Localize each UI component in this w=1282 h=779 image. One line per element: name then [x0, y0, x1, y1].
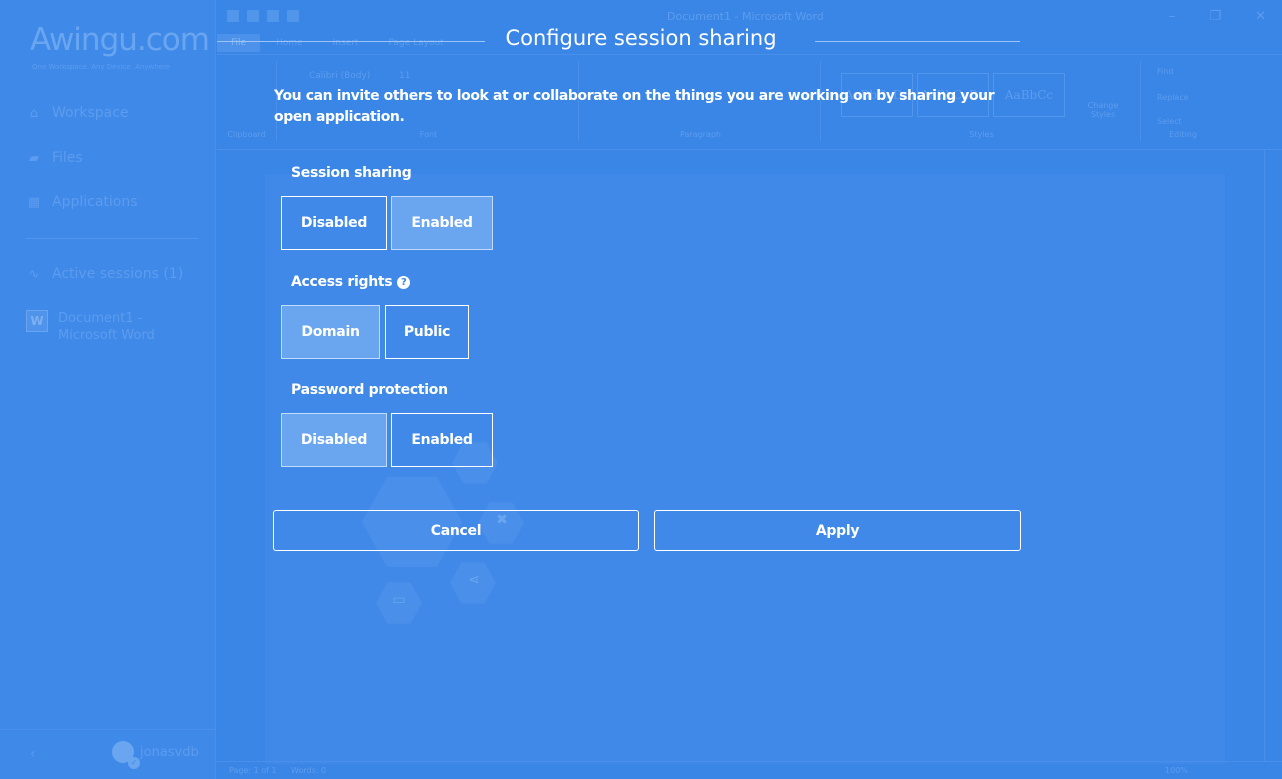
access-rights-label: Access rights ?: [291, 274, 411, 290]
password-protection-label: Password protection: [291, 382, 448, 398]
session-sharing-disabled-button[interactable]: Disabled: [281, 196, 387, 250]
session-sharing-label-text: Session sharing: [291, 165, 412, 181]
session-sharing-dialog: Configure session sharing You can invite…: [0, 0, 1282, 779]
session-sharing-label: Session sharing: [291, 165, 412, 181]
dialog-intro-text: You can invite others to look at or coll…: [274, 88, 995, 125]
password-protection-disabled-button[interactable]: Disabled: [281, 413, 387, 467]
dialog-title: Configure session sharing: [505, 26, 777, 50]
password-protection-label-text: Password protection: [291, 382, 448, 398]
access-rights-public-button[interactable]: Public: [385, 305, 469, 359]
access-rights-domain-button[interactable]: Domain: [281, 305, 380, 359]
help-icon[interactable]: ?: [397, 275, 411, 289]
cancel-button[interactable]: Cancel: [273, 510, 639, 551]
access-rights-label-text: Access rights: [291, 274, 393, 290]
session-sharing-enabled-button[interactable]: Enabled: [391, 196, 493, 250]
apply-button[interactable]: Apply: [654, 510, 1021, 551]
password-protection-enabled-button[interactable]: Enabled: [391, 413, 493, 467]
